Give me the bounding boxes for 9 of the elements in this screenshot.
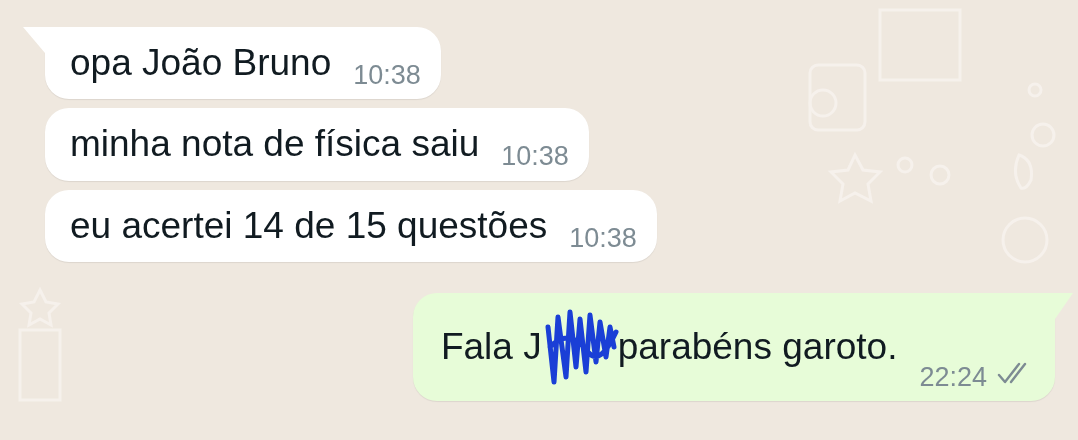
message-text: opa João Bruno — [70, 41, 332, 85]
message-time: 10:38 — [353, 59, 421, 92]
message-text: minha nota de física saiu — [70, 122, 480, 167]
message-time: 10:38 — [569, 221, 637, 255]
message-text: eu acertei 14 de 15 questões — [70, 203, 548, 248]
message-time: 22:24 — [919, 360, 987, 394]
message-time: 10:38 — [501, 140, 569, 173]
message-text: Fala J — [440, 324, 542, 369]
message-text: parabéns garoto. — [617, 324, 898, 369]
